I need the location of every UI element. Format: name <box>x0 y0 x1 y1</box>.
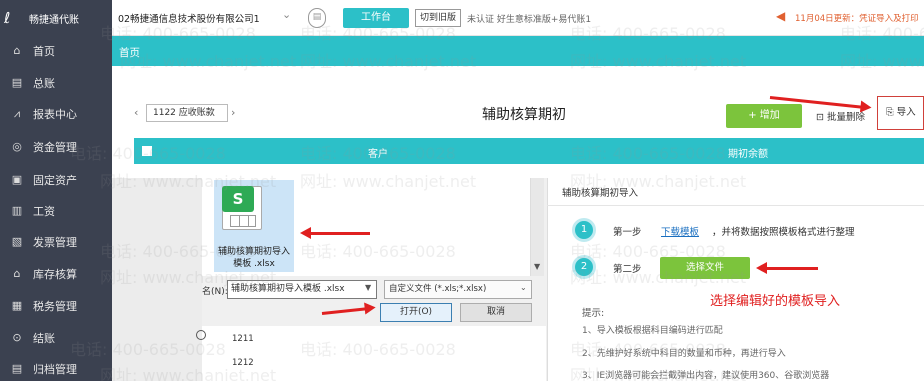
invoice-icon: ▧ <box>11 235 23 248</box>
watermark: 网址: www.chanjet.net <box>100 268 277 287</box>
sidebar-item-label: 结账 <box>33 332 55 345</box>
watermark: 电话: 400-665-0028 <box>300 144 456 163</box>
bulk-delete-label: 批量删除 <box>826 112 865 123</box>
open-button[interactable]: 打开(O) <box>380 303 452 322</box>
watermark: 网址: www.chanjet.net <box>570 366 747 381</box>
watermark: 电话: 400-665-0028 <box>570 24 726 43</box>
sheet-grid-icon <box>230 215 256 227</box>
sidebar-item[interactable]: ▤ 总账 <box>0 70 112 96</box>
watermark: 网址: www.chanjet.net <box>100 172 277 191</box>
watermark: 电话: 400-665-0028 <box>300 340 456 359</box>
watermark: 网址: www.chanjet.net <box>300 172 477 191</box>
step-1-text: ，并将数据按照模板格式进行整理 <box>712 227 855 238</box>
divider <box>547 205 924 206</box>
logo-text: 畅捷通代账 <box>29 14 79 26</box>
watermark: 电话: 400-665-0028 <box>570 242 726 261</box>
sidebar-item[interactable]: ▧ 发票管理 <box>0 229 112 255</box>
step-1-label: 第一步 <box>613 227 642 238</box>
sidebar-item-label: 工资 <box>33 205 55 218</box>
watermark: 电话: 400-665-0028 <box>570 144 726 163</box>
account-selector[interactable]: 1122 应收账款 <box>146 104 228 122</box>
watermark: 网址: www.chanjet.net <box>570 268 747 287</box>
watermark: 电话: 400-665-0028 <box>70 340 226 359</box>
sidebar-item-label: 归档管理 <box>33 363 77 376</box>
account-code: 1211 <box>232 334 254 344</box>
tax-icon: ▦ <box>11 299 23 312</box>
annotation-arrow <box>300 227 370 239</box>
import-button[interactable]: ⎘ 导入 <box>877 96 924 130</box>
watermark: 网址: www.chanjet.net <box>100 366 277 381</box>
chart-icon: ⩘ <box>13 107 21 120</box>
column-balance: 期初余额 <box>728 149 768 160</box>
sidebar-item[interactable]: ⌂ 首页 <box>0 38 112 64</box>
prev-account-icon[interactable]: ‹ <box>134 106 138 119</box>
watermark: 电话: 400-665-0028 <box>300 242 456 261</box>
watermark: 电话: 400-665-0028 <box>100 242 256 261</box>
home-icon: ⌂ <box>13 44 21 57</box>
sidebar-item-label: 报表中心 <box>33 108 77 121</box>
cancel-button[interactable]: 取消 <box>460 303 532 322</box>
sidebar-item-label: 总账 <box>33 77 55 90</box>
sidebar-item[interactable]: ▦ 税务管理 <box>0 293 112 319</box>
money-icon: ◎ <box>12 140 22 153</box>
sidebar-item-label: 发票管理 <box>33 236 77 249</box>
chevron-down-icon[interactable]: ⌄ <box>282 8 291 21</box>
sidebar-item-label: 税务管理 <box>33 300 77 313</box>
watermark: 网址: www.chanjet.net <box>120 52 297 71</box>
filename-dropdown-icon[interactable]: ▼ <box>365 283 371 292</box>
file-type-select[interactable]: 自定义文件 (*.xls;*.xlsx) <box>384 280 532 299</box>
table-header <box>134 138 924 164</box>
tips-title: 提示: <box>582 308 605 319</box>
watermark: 网址: www.chanjet.net <box>840 52 924 71</box>
watermark: 电话: 400-665-0028 <box>70 144 226 163</box>
annotation-text: 选择编辑好的模板导入 <box>710 294 841 309</box>
import-icon: ⎘ <box>886 107 897 118</box>
bulk-delete-button[interactable]: ⊡ 批量删除 <box>816 109 865 123</box>
delete-icon: ⊡ <box>816 112 827 123</box>
sidebar-item[interactable]: ▥ 工资 <box>0 198 112 224</box>
ledger-icon: ▤ <box>11 76 23 89</box>
page-title: 辅助核算期初 <box>482 107 566 123</box>
watermark: 网址: www.chanjet.net <box>570 52 747 71</box>
next-account-icon[interactable]: › <box>231 106 235 119</box>
tip-item: 1、导入模板根据科目编码进行匹配 <box>582 326 723 336</box>
sidebar-item-label: 固定资产 <box>33 174 77 187</box>
watermark: 电话: 400-665-0028 <box>300 24 456 43</box>
sidebar-item[interactable]: ▣ 固定资产 <box>0 167 112 193</box>
archive-icon: ▤ <box>11 362 23 375</box>
speaker-icon: ◀ <box>776 9 786 23</box>
logo-icon: ℓ <box>4 9 11 27</box>
annotation-arrow <box>756 262 818 274</box>
file-type-dropdown-icon[interactable]: ⌄ <box>520 283 527 292</box>
inventory-icon: ⌂ <box>13 267 21 280</box>
add-button[interactable]: + 增加 <box>726 104 802 128</box>
sidebar-item[interactable]: ⩘ 报表中心 <box>0 101 112 127</box>
checkout-icon: ⊙ <box>12 331 22 344</box>
download-template-link[interactable]: 下载模板 <box>661 224 699 238</box>
watermark: 电话: 400-665-0028 <box>840 24 924 43</box>
watermark: 电话: 400-665-0028 <box>570 340 726 359</box>
watermark: 网址: www.chanjet.net <box>570 172 747 191</box>
sidebar-item-label: 库存核算 <box>33 268 77 281</box>
scroll-down-icon[interactable]: ▼ <box>534 262 540 271</box>
watermark: 电话: 400-665-0028 <box>100 24 256 43</box>
sidebar-item[interactable]: ⌂ 库存核算 <box>0 261 112 287</box>
sidebar-item-label: 首页 <box>33 45 55 58</box>
asset-icon: ▣ <box>11 173 23 186</box>
watermark: 网址: www.chanjet.net <box>300 52 477 71</box>
app-logo[interactable]: ℓ 畅捷通代账 <box>0 0 112 36</box>
salary-icon: ▥ <box>11 204 23 217</box>
import-label: 导入 <box>896 107 916 118</box>
